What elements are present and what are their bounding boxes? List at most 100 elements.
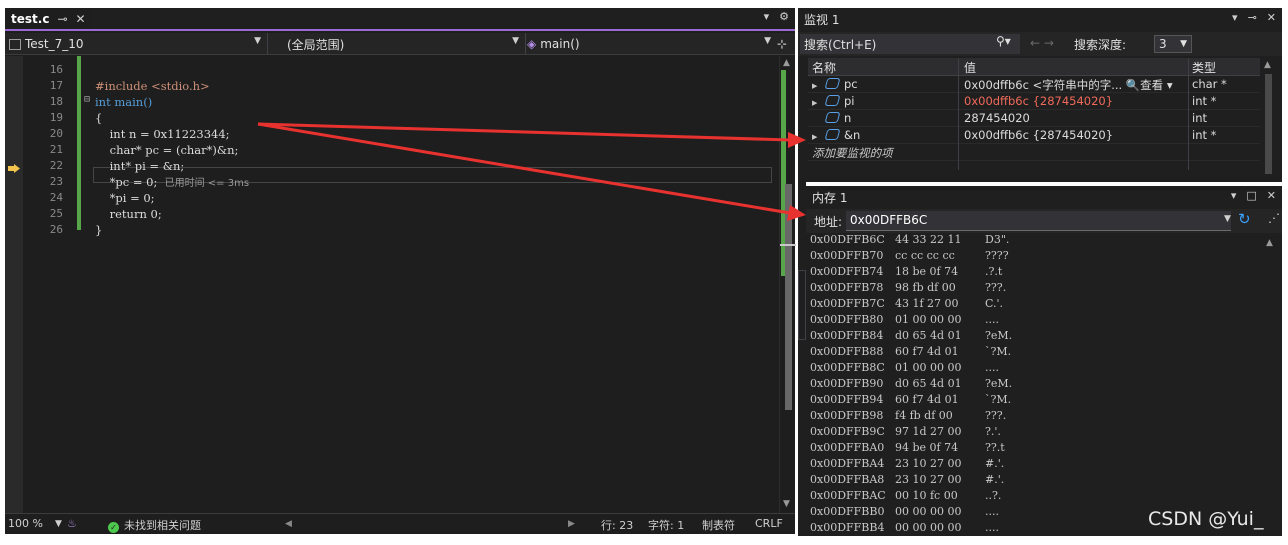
scroll-left-icon[interactable]: ◀ <box>285 519 292 529</box>
memory-ascii: #.'. <box>985 457 1005 470</box>
code-line[interactable]: #include <stdio.h> <box>95 78 210 94</box>
split-editor-button[interactable]: ⊹ <box>777 35 793 53</box>
memory-row[interactable]: 0x00DFFBAC 00 10 fc 00..?. <box>810 489 1260 505</box>
memory-row[interactable]: 0x00DFFB88 60 f7 4d 01 `?M. <box>810 345 1260 361</box>
function-selector[interactable]: ◈ main() ▼ <box>527 35 775 53</box>
code-editor-pane: test.c ⊸ ✕ ▾ ⚙ Test_7_10 ▼ (全局范围) ▼ ◈ ma… <box>5 8 796 534</box>
view-visualizer-button[interactable]: 🔍查看 ▾ <box>1126 78 1173 92</box>
tab-test-c[interactable]: test.c ⊸ ✕ <box>5 8 92 29</box>
memory-row[interactable]: 0x00DFFB90 d0 65 4d 01 ?eM. <box>810 377 1260 393</box>
scroll-right-icon[interactable]: ▶ <box>568 519 575 529</box>
memory-row[interactable]: 0x00DFFB94 60 f7 4d 01 `?M. <box>810 393 1260 409</box>
watch-row[interactable]: ▶ &n 0x00dffb6c {287454020} int * <box>808 127 1260 144</box>
scrollbar-thumb[interactable] <box>1265 74 1272 174</box>
code-line[interactable]: int n = 0x11223344; <box>95 126 230 142</box>
chevron-down-icon[interactable]: ▼ <box>1224 214 1231 224</box>
scroll-down-icon[interactable]: ▼ <box>783 499 790 509</box>
scroll-up-icon[interactable]: ▲ <box>1266 238 1273 248</box>
memory-row[interactable]: 0x00DFFB70 cc cc cc cc???? <box>810 249 1260 265</box>
pin-icon[interactable]: ⊸ <box>57 12 67 26</box>
memory-row[interactable]: 0x00DFFBA8 23 10 27 00 #.'. <box>810 473 1260 489</box>
expand-icon[interactable]: ▶ <box>812 133 820 141</box>
maximize-icon[interactable]: □ <box>1246 189 1256 202</box>
refresh-icon[interactable]: ↻ <box>1238 210 1251 228</box>
add-watch-row[interactable]: 添加要监视的项 <box>808 144 1260 161</box>
glyph-margin[interactable] <box>5 56 23 513</box>
code-line[interactable]: { <box>95 110 102 126</box>
memory-ascii: ?eM. <box>985 329 1013 342</box>
code-line[interactable]: *pi = 0; <box>95 190 155 206</box>
close-icon[interactable]: ✕ <box>1267 189 1276 202</box>
memory-row[interactable]: 0x00DFFB74 18 be 0f 74 .?.t <box>810 265 1260 281</box>
project-selector[interactable]: Test_7_10 ▼ <box>9 35 265 53</box>
line-number: 23 <box>49 175 63 188</box>
editor-tabbar: test.c ⊸ ✕ ▾ ⚙ <box>5 8 795 31</box>
memory-row[interactable]: 0x00DFFB98 f4 fb df 00???. <box>810 409 1260 425</box>
pin-icon[interactable]: ⊸ <box>1248 11 1257 24</box>
memory-hex-bytes: 01 00 00 00 <box>895 313 962 326</box>
zoom-level[interactable]: 100 % <box>8 517 43 530</box>
memory-row[interactable]: 0x00DFFB84 d0 65 4d 01 ?eM. <box>810 329 1260 345</box>
memory-row[interactable]: 0x00DFFB80 01 00 00 00.... <box>810 313 1260 329</box>
code-line[interactable]: int* pi = &n; <box>95 158 185 174</box>
collapse-icon[interactable]: ⊟ <box>84 94 90 105</box>
window-position-dropdown-icon[interactable]: ▾ <box>1232 11 1238 24</box>
settings-gear-icon[interactable]: ⚙ <box>779 10 789 23</box>
memory-row[interactable]: 0x00DFFB78 98 fb df 00???. <box>810 281 1260 297</box>
code-area[interactable]: 16 17 18 19 20 21 22 23 24 25 26 ⊟ #incl… <box>5 56 796 513</box>
code-line[interactable]: char* pc = (char*)&n; <box>95 142 239 158</box>
tab-list-dropdown-icon[interactable]: ▾ <box>764 10 770 23</box>
watch-row[interactable]: n 287454020 int <box>808 110 1260 127</box>
code-line[interactable]: } <box>95 222 102 238</box>
expand-icon[interactable]: ▶ <box>812 82 820 90</box>
column-header-name[interactable]: 名称 <box>812 59 958 76</box>
memory-row[interactable]: 0x00DFFB7C 43 1f 27 00 C.'. <box>810 297 1260 313</box>
scroll-up-icon[interactable]: ▲ <box>783 58 790 68</box>
chevron-down-icon[interactable]: ▼ <box>55 519 62 529</box>
add-watch-placeholder[interactable]: 添加要监视的项 <box>812 145 958 161</box>
address-label: 地址: <box>814 215 843 229</box>
watch-search-input[interactable]: 搜索(Ctrl+E) <box>800 34 1020 54</box>
editor-vertical-scrollbar[interactable]: ▲ ▼ <box>779 56 796 513</box>
eol-indicator[interactable]: CRLF <box>755 517 783 530</box>
search-depth-select[interactable]: 3 ▼ <box>1154 35 1192 53</box>
memory-row[interactable]: 0x00DFFBA4 23 10 27 00 #.'. <box>810 457 1260 473</box>
more-options-icon[interactable]: ⋰ <box>1268 211 1280 225</box>
watch-row[interactable]: ▶ pi 0x00dffb6c {287454020} int * <box>808 93 1260 110</box>
watch-row[interactable]: ▶ pc 0x00dffb6c <字符串中的字... 🔍查看 ▾ char * <box>808 76 1260 93</box>
memory-address: 0x00DFFB74 <box>810 265 884 278</box>
expand-icon[interactable]: ▶ <box>812 99 820 107</box>
memory-ascii: `?M. <box>985 393 1012 406</box>
memory-vertical-scrollbar[interactable]: ▲ <box>1264 238 1278 528</box>
memory-row[interactable]: 0x00DFFB9C 97 1d 27 00 ?.'. <box>810 425 1260 441</box>
line-indicator[interactable]: 行: 23 <box>601 517 633 533</box>
memory-address: 0x00DFFB78 <box>810 281 884 294</box>
column-header-value[interactable]: 值 <box>964 59 1190 76</box>
close-icon[interactable]: ✕ <box>76 12 86 26</box>
scrollbar-thumb[interactable] <box>785 184 792 410</box>
watch-type: int <box>1192 111 1207 125</box>
address-input[interactable]: 0x00DFFB6C <box>846 211 1231 231</box>
memory-row[interactable]: 0x00DFFB6C 44 33 22 11 D3". <box>810 233 1260 249</box>
memory-ascii: ???. <box>985 281 1007 294</box>
code-text: int n = 0x11223344; <box>95 127 230 141</box>
search-nav-arrows-icon[interactable]: ← → <box>1030 36 1054 50</box>
memory-hex-bytes: cc cc cc cc <box>895 249 955 262</box>
watch-vertical-scrollbar[interactable]: ▲ <box>1262 58 1276 178</box>
code-line[interactable]: int main() <box>95 94 152 110</box>
issues-status[interactable]: ✓ 未找到相关问题 <box>108 517 201 533</box>
window-position-dropdown-icon[interactable]: ▾ <box>1231 189 1237 202</box>
copilot-icon[interactable]: ♨ <box>67 517 77 530</box>
memory-address: 0x00DFFBA4 <box>810 457 885 470</box>
scope-selector[interactable]: (全局范围) ▼ <box>287 35 523 53</box>
memory-hex-bytes: 60 f7 4d 01 <box>895 393 959 406</box>
memory-row[interactable]: 0x00DFFBA0 94 be 0f 74 ??.t <box>810 441 1260 457</box>
tabs-indicator[interactable]: 制表符 <box>702 517 735 533</box>
scroll-up-icon[interactable]: ▲ <box>1264 60 1271 70</box>
close-icon[interactable]: ✕ <box>1267 11 1276 24</box>
column-header-type[interactable]: 类型 <box>1192 59 1260 76</box>
memory-row[interactable]: 0x00DFFB8C 01 00 00 00.... <box>810 361 1260 377</box>
search-icon[interactable]: ⚲▾ <box>996 34 1011 48</box>
char-indicator[interactable]: 字符: 1 <box>648 517 684 533</box>
code-line[interactable]: return 0; <box>95 206 162 222</box>
